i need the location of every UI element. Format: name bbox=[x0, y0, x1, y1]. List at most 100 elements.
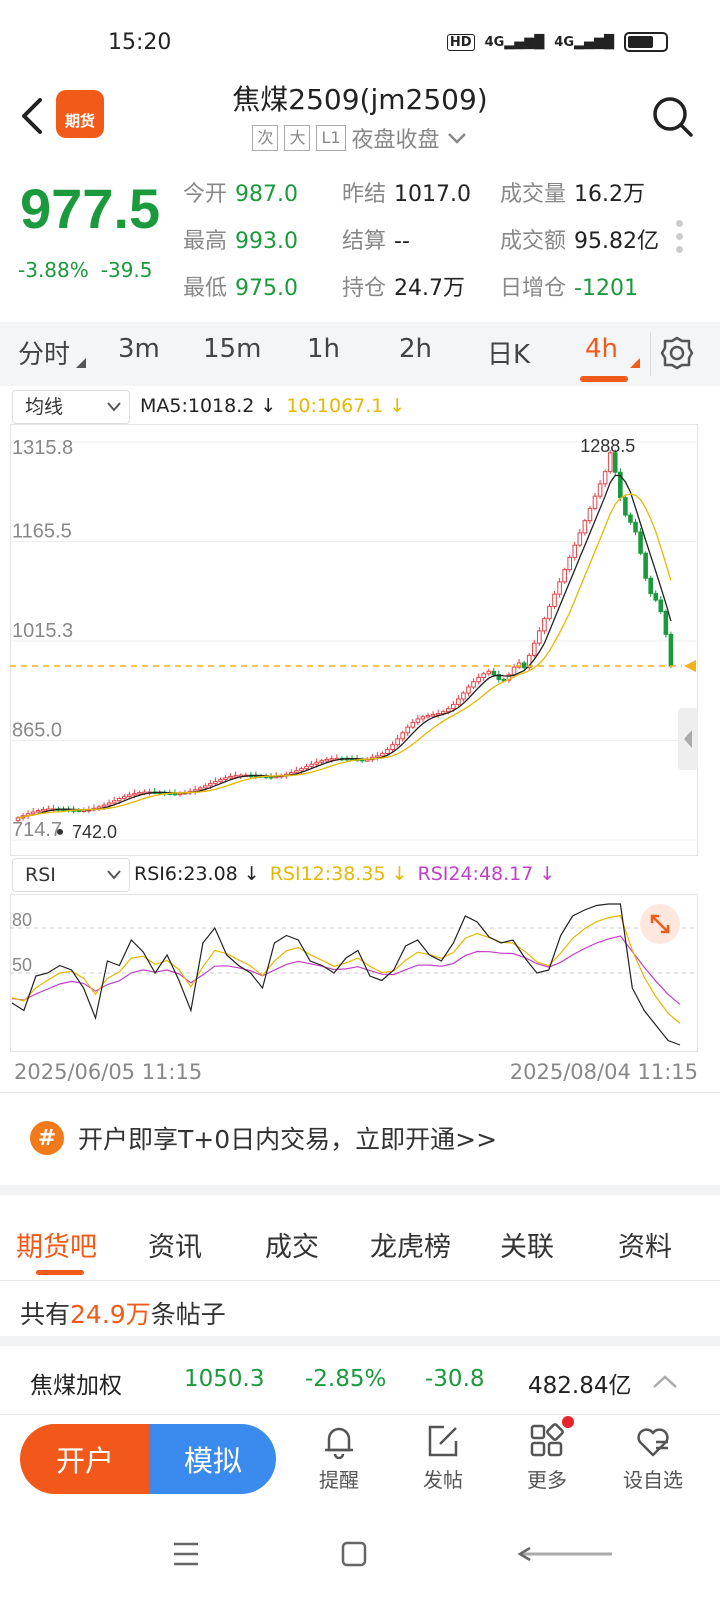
home-icon[interactable] bbox=[341, 1541, 367, 1567]
active-tab-indicator bbox=[580, 376, 628, 382]
rsi12-value: RSI12:38.35 ↓ bbox=[269, 863, 408, 885]
nav-remind[interactable]: 提醒 bbox=[294, 1422, 384, 1493]
candle-body bbox=[197, 787, 203, 791]
index-price: 1050.3 bbox=[184, 1366, 265, 1392]
candle-body bbox=[445, 708, 451, 713]
quote-stat: 成交额 95.82亿 bbox=[500, 223, 659, 255]
tab-4h[interactable]: 4h bbox=[585, 334, 618, 364]
back-nav-icon[interactable] bbox=[517, 1546, 612, 1562]
candle-body bbox=[405, 726, 411, 734]
rsi-axis-label: 50 bbox=[12, 955, 32, 975]
gear-icon[interactable] bbox=[660, 336, 694, 370]
candle-body bbox=[572, 544, 578, 558]
candle-body bbox=[450, 703, 456, 710]
last-price-marker bbox=[684, 659, 696, 672]
tab-trades[interactable]: 成交 bbox=[265, 1225, 319, 1264]
ma10-line bbox=[17, 493, 672, 819]
end-date: 2025/08/04 11:15 bbox=[509, 1060, 698, 1084]
candle-body bbox=[30, 811, 36, 815]
nav-post[interactable]: 发帖 bbox=[398, 1422, 488, 1493]
contract-subtitle[interactable]: 次 大 L1 夜盘收盘 bbox=[0, 122, 720, 154]
post-count: 共有24.9万条帖子 bbox=[20, 1300, 226, 1329]
candle-body bbox=[223, 777, 228, 780]
page-title: 焦煤2509(jm2509) bbox=[232, 83, 488, 116]
tab-news[interactable]: 资讯 bbox=[148, 1225, 202, 1264]
start-date: 2025/06/05 11:15 bbox=[14, 1060, 203, 1084]
open-account-button[interactable]: 开户 bbox=[20, 1424, 150, 1494]
candle-body bbox=[410, 721, 416, 728]
rsi6-value: RSI6:23.08 ↓ bbox=[134, 863, 260, 885]
tab-3m[interactable]: 3m bbox=[118, 334, 160, 364]
tab-related[interactable]: 关联 bbox=[500, 1225, 554, 1264]
quote-stat: 成交量 16.2万 bbox=[500, 176, 645, 208]
search-icon[interactable] bbox=[652, 96, 694, 138]
candle-body bbox=[324, 758, 330, 762]
quote-stat: 持仓 24.7万 bbox=[342, 270, 465, 302]
fullscreen-button[interactable] bbox=[640, 904, 680, 944]
expand-handle[interactable] bbox=[678, 708, 698, 770]
tab-dragon-tiger[interactable]: 龙虎榜 bbox=[370, 1225, 451, 1264]
tab-1h[interactable]: 1h bbox=[307, 334, 340, 364]
corner-triangle-icon bbox=[76, 358, 86, 368]
quote-stat: 日增仓 -1201 bbox=[500, 270, 638, 302]
chevron-up-icon[interactable] bbox=[652, 1374, 678, 1390]
candle-body bbox=[648, 577, 653, 595]
hd-icon: HD bbox=[446, 33, 475, 51]
candle-body bbox=[304, 765, 309, 770]
tab-futures-forum[interactable]: 期货吧 bbox=[16, 1225, 97, 1264]
account-promo-banner[interactable]: # 开户即享T+0日内交易，立即开通>> bbox=[30, 1120, 497, 1156]
candle-body bbox=[213, 780, 218, 785]
candle-body bbox=[390, 744, 395, 751]
candle-body bbox=[111, 800, 117, 804]
kline-chart[interactable]: 1315.8 1165.5 1015.3 865.0 714.7 1288.5 742.0 bbox=[10, 424, 698, 856]
stat-label: 日增仓 bbox=[500, 276, 567, 301]
promo-text: 开户即享T+0日内交易，立即开通>> bbox=[78, 1125, 498, 1154]
tab-daily[interactable]: 日K bbox=[487, 334, 530, 371]
post-count-number: 24.9万 bbox=[70, 1300, 151, 1329]
candle-body bbox=[385, 749, 390, 754]
ma5-line bbox=[17, 474, 672, 819]
candle-body bbox=[658, 599, 664, 612]
nav-add-watchlist[interactable]: 设自选 bbox=[608, 1422, 698, 1493]
nav-more[interactable]: 更多 bbox=[502, 1416, 592, 1493]
candle-body bbox=[228, 775, 233, 779]
stat-value: -- bbox=[394, 229, 410, 254]
tab-info[interactable]: 资料 bbox=[618, 1225, 672, 1264]
candle-body bbox=[294, 770, 299, 774]
candle-body bbox=[633, 521, 638, 533]
candle-body bbox=[486, 670, 492, 675]
ma-dropdown[interactable]: 均线 bbox=[12, 390, 130, 424]
stat-label: 持仓 bbox=[342, 276, 387, 301]
rsi6-line bbox=[11, 903, 681, 1046]
corner-triangle-icon bbox=[630, 358, 640, 368]
candle-body bbox=[663, 610, 669, 635]
more-dots-icon[interactable] bbox=[676, 220, 684, 259]
candle-body bbox=[101, 804, 107, 808]
change-percent: -3.88% bbox=[18, 258, 89, 282]
rsi-chart[interactable]: 80 50 bbox=[10, 894, 698, 1052]
battery-icon bbox=[624, 32, 668, 52]
candle-body bbox=[456, 698, 461, 705]
candle-body bbox=[582, 520, 588, 534]
candle-body bbox=[314, 761, 319, 765]
signal-icon-2: 4G▂▄▆█ bbox=[554, 34, 614, 50]
tab-2h[interactable]: 2h bbox=[399, 334, 432, 364]
candle-body bbox=[121, 796, 127, 800]
rsi-values: RSI6:23.08 ↓ RSI12:38.35 ↓ RSI24:48.17 ↓ bbox=[134, 863, 555, 885]
candle-body bbox=[375, 755, 380, 758]
weighted-index-row[interactable]: 焦煤加权 1050.3 -2.85% -30.8 482.84亿 bbox=[0, 1346, 720, 1414]
candle-body bbox=[202, 785, 208, 789]
candle-body bbox=[466, 686, 471, 694]
candle-body bbox=[41, 809, 46, 812]
hash-icon: # bbox=[30, 1121, 64, 1155]
candle-body bbox=[577, 532, 583, 546]
candle-body bbox=[116, 798, 122, 802]
index-change: -30.8 bbox=[425, 1366, 485, 1392]
tab-15m[interactable]: 15m bbox=[203, 334, 261, 364]
tab-timeshare[interactable]: 分时 bbox=[18, 334, 70, 371]
rsi-dropdown[interactable]: RSI bbox=[12, 858, 130, 892]
candle-body bbox=[542, 618, 547, 632]
index-pct: -2.85% bbox=[305, 1366, 387, 1392]
simulate-button[interactable]: 模拟 bbox=[150, 1424, 276, 1494]
menu-icon[interactable] bbox=[174, 1542, 198, 1566]
